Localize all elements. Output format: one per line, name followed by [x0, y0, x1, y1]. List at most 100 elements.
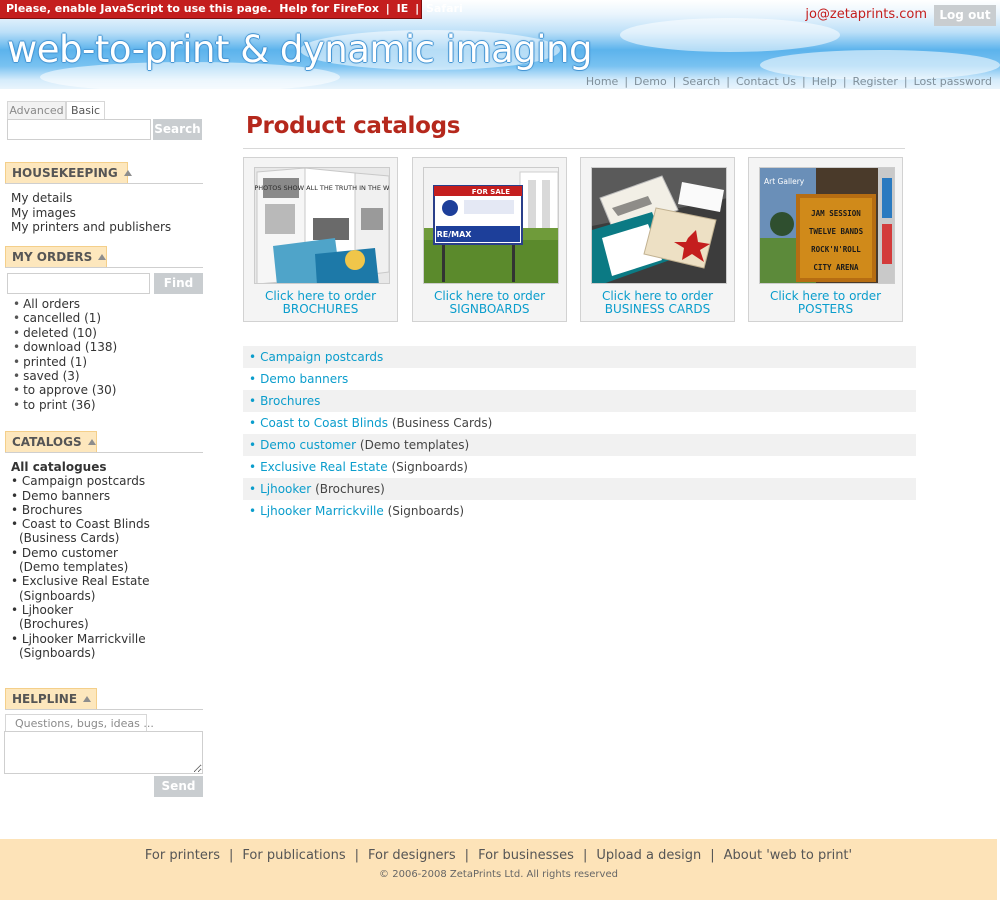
product-card-caption: Click here to order [264, 289, 377, 303]
footer-link-for-printers[interactable]: For printers [145, 848, 220, 863]
title-divider [243, 148, 905, 149]
nav-search[interactable]: Search [682, 75, 720, 88]
sidebar-catalog-list: All catalogues • Campaign postcards • De… [11, 460, 150, 660]
product-card-signboards[interactable]: FOR SALE RE/MAX Click here to order SIGN… [412, 157, 567, 322]
product-card-caption: Click here to order [769, 289, 882, 303]
tab-basic[interactable]: Basic [66, 101, 105, 119]
page-title: Product catalogs [246, 113, 461, 139]
catalogs-title: CATALOGS [12, 435, 82, 449]
header-banner: web-to-print & dynamic imaging Please, e… [0, 0, 1000, 89]
sidebar-catalog-subtitle: (Signboards) [19, 588, 96, 603]
order-filter-to-print[interactable]: • to print (36) [13, 398, 117, 412]
divider [5, 267, 203, 268]
copyright: © 2006-2008 ZetaPrints Ltd. All rights r… [379, 869, 618, 880]
search-button[interactable]: Search [153, 119, 202, 140]
order-filter-cancelled[interactable]: • cancelled (1) [13, 311, 117, 325]
product-card-caption: Click here to order [433, 289, 546, 303]
footer-link-upload-a-design[interactable]: Upload a design [596, 848, 701, 863]
product-card-type: SIGNBOARDS [449, 302, 530, 316]
posters-thumbnail: Art Gallery JAM SESSION TWELVE BANDS ROC… [759, 167, 895, 284]
sidebar-catalog-item[interactable]: • Exclusive Real Estate [11, 574, 150, 588]
catalog-note: (Brochures) [315, 482, 385, 496]
footer-link-for-businesses[interactable]: For businesses [478, 848, 574, 863]
find-button[interactable]: Find [154, 273, 203, 294]
my-orders-title: MY ORDERS [12, 250, 93, 264]
footer-link-for-publications[interactable]: For publications [242, 848, 345, 863]
order-filter-to-approve[interactable]: • to approve (30) [13, 383, 117, 397]
brochures-thumbnail: PHOTOS SHOW ALL THE TRUTH IN THE WORLD [254, 167, 390, 284]
help-link-ie[interactable]: IE [397, 2, 409, 15]
sidebar-catalog-subtitle: (Demo templates) [19, 560, 129, 575]
javascript-warning: Please, enable JavaScript to use this pa… [0, 0, 463, 19]
sidebar-catalog-item[interactable]: • Demo banners [11, 489, 150, 503]
order-filter-printed[interactable]: • printed (1) [13, 355, 117, 369]
footer-links: For printers | For publications | For design… [144, 848, 853, 863]
link-all-catalogues[interactable]: All catalogues [11, 460, 150, 474]
link-my-images[interactable]: My images [11, 206, 171, 221]
catalog-link[interactable]: Coast to Coast Blinds [260, 416, 388, 430]
order-filter-saved[interactable]: • saved (3) [13, 369, 117, 383]
nav-demo[interactable]: Demo [634, 75, 667, 88]
help-link-firefox[interactable]: FireFox [333, 2, 379, 15]
link-my-printers-and-publishers[interactable]: My printers and publishers [11, 220, 171, 235]
product-card-brochures[interactable]: PHOTOS SHOW ALL THE TRUTH IN THE WORLD C… [243, 157, 398, 322]
divider [5, 183, 203, 184]
poster-thumb-line: ROCK'N'ROLL [811, 245, 861, 254]
sidebar-catalog-item[interactable]: • Brochures [11, 503, 150, 517]
order-filter-deleted[interactable]: • deleted (10) [13, 326, 117, 340]
user-email-link[interactable]: jo@zetaprints.com [805, 7, 927, 22]
search-input[interactable] [7, 119, 151, 140]
link-my-details[interactable]: My details [11, 191, 171, 206]
catalog-row: • Coast to Coast Blinds (Business Cards) [249, 416, 493, 430]
product-card-business-cards[interactable]: Click here to order BUSINESS CARDS [580, 157, 735, 322]
footer-link-about-web-to-print[interactable]: About 'web to print' [724, 848, 852, 863]
catalog-link[interactable]: Ljhooker Marrickville [260, 504, 384, 518]
site-title: web-to-print & dynamic imaging [7, 28, 593, 71]
collapse-arrow-icon [83, 696, 92, 702]
brochure-thumb-text: PHOTOS SHOW ALL THE TRUTH IN THE WORLD [255, 184, 390, 192]
catalog-link[interactable]: Campaign postcards [260, 350, 383, 364]
housekeeping-header[interactable]: HOUSEKEEPING [5, 162, 132, 184]
order-filter-all[interactable]: • All orders [13, 297, 117, 311]
helpline-textarea[interactable] [4, 731, 203, 774]
nav-lost-password[interactable]: Lost password [914, 75, 992, 88]
nav-home[interactable]: Home [586, 75, 618, 88]
sidebar-catalog-item[interactable]: • Campaign postcards [11, 474, 150, 488]
sidebar-catalog-item[interactable]: • Coast to Coast Blinds [11, 517, 150, 531]
catalog-link[interactable]: Exclusive Real Estate [260, 460, 388, 474]
sidebar-catalog-subtitle: (Signboards) [19, 645, 96, 660]
sidebar-catalog-item[interactable]: • Ljhooker [11, 603, 150, 617]
catalogs-header[interactable]: CATALOGS [5, 431, 97, 453]
catalog-link[interactable]: Ljhooker [260, 482, 311, 496]
javascript-warning-text: Please, enable JavaScript to use this pa… [6, 2, 272, 15]
my-orders-header[interactable]: MY ORDERS [5, 246, 107, 268]
nav-contact-us[interactable]: Contact Us [736, 75, 796, 88]
tab-advanced[interactable]: Advanced [7, 101, 66, 119]
footer: For printers | For publications | For design… [0, 839, 997, 900]
sidebar-catalog-subtitle: (Business Cards) [19, 531, 120, 546]
order-find-input[interactable] [7, 273, 150, 294]
collapse-arrow-icon [123, 170, 132, 176]
sidebar-catalog-subtitle: (Brochures) [19, 617, 89, 632]
catalog-link[interactable]: Brochures [260, 394, 320, 408]
catalog-note: (Signboards) [391, 460, 468, 474]
sidebar-catalog-item[interactable]: • Ljhooker Marrickville [11, 632, 150, 646]
catalog-link[interactable]: Demo customer [260, 438, 356, 452]
product-card-caption: Click here to order [601, 289, 714, 303]
footer-link-for-designers[interactable]: For designers [368, 848, 456, 863]
nav-help[interactable]: Help [812, 75, 837, 88]
helpline-header[interactable]: HELPLINE [5, 688, 97, 710]
divider [5, 452, 203, 453]
nav-register[interactable]: Register [853, 75, 898, 88]
sidebar-catalog-item[interactable]: • Demo customer [11, 546, 150, 560]
product-card-posters[interactable]: Art Gallery JAM SESSION TWELVE BANDS ROC… [748, 157, 903, 322]
catalog-link[interactable]: Demo banners [260, 372, 348, 386]
logout-button[interactable]: Log out [934, 5, 996, 26]
catalog-row: • Demo customer (Demo templates) [243, 434, 916, 456]
help-link-safari[interactable]: Safari [426, 2, 463, 15]
catalog-note: (Signboards) [387, 504, 465, 518]
order-filter-download[interactable]: • download (138) [13, 340, 117, 354]
catalog-list: • Campaign postcards • Demo banners • Broch… [243, 346, 916, 522]
send-button[interactable]: Send [154, 776, 203, 797]
product-card-type: BROCHURES [282, 302, 359, 316]
